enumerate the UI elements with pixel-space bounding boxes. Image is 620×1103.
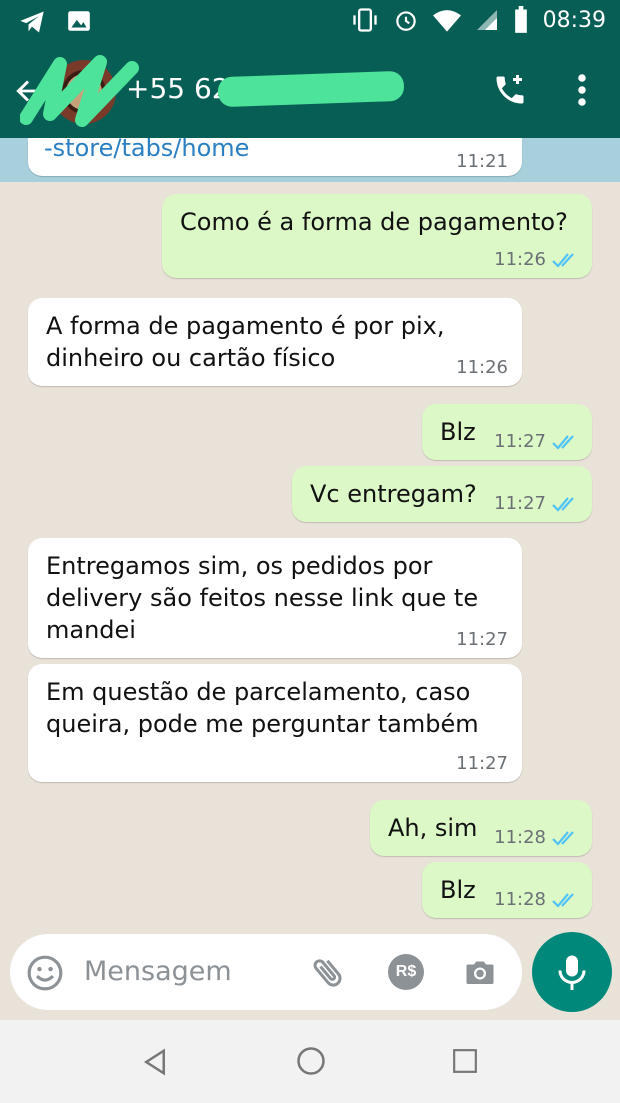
message-text: Blz (440, 876, 476, 904)
contact-name[interactable]: +55 62 (126, 72, 230, 105)
signal-icon (476, 10, 497, 30)
battery-icon (514, 6, 527, 33)
payment-icon[interactable]: R$ (388, 954, 424, 990)
read-ticks-icon (552, 434, 574, 450)
message-meta: 11:28 (494, 827, 578, 848)
message-text: Blz (440, 418, 476, 446)
alarm-icon (395, 11, 416, 31)
system-nav-bar (0, 1020, 620, 1103)
message-list[interactable]: -store/tabs/home 11:21 Como é a forma de… (0, 138, 620, 932)
message-text: Entregamos sim, os pedidos por delivery … (46, 552, 479, 644)
message-time: 11:27 (494, 493, 546, 514)
message-bubble[interactable]: Ah, sim 11:28 (370, 800, 592, 856)
message-time: 11:28 (494, 889, 546, 910)
telegram-icon (20, 11, 44, 33)
message-time: 11:21 (456, 151, 508, 172)
message-time: 11:27 (494, 431, 546, 452)
message-input[interactable]: Mensagem (84, 956, 232, 987)
message-meta: 11:27 (456, 753, 508, 774)
message-time: 11:26 (494, 249, 546, 270)
camera-icon[interactable] (462, 954, 498, 990)
message-meta: 11:27 (494, 431, 578, 452)
read-ticks-icon (552, 830, 574, 846)
message-meta: 11:21 (456, 151, 508, 172)
message-text: A forma de pagamento é por pix, dinheiro… (46, 312, 445, 372)
message-text: Em questão de parcelamento, caso queira,… (46, 678, 479, 738)
read-ticks-icon (552, 252, 574, 268)
mic-button[interactable] (532, 932, 612, 1012)
message-composer[interactable]: Mensagem R$ (10, 934, 522, 1010)
emoji-icon[interactable] (26, 954, 64, 992)
more-vert-icon[interactable] (570, 72, 594, 108)
attach-icon[interactable] (310, 954, 346, 990)
message-meta: 11:26 (456, 357, 508, 378)
nav-back-icon[interactable] (140, 1046, 170, 1078)
message-time: 11:27 (456, 753, 508, 774)
message-meta: 11:28 (494, 889, 578, 910)
message-bubble[interactable]: Entregamos sim, os pedidos por delivery … (28, 538, 522, 658)
read-ticks-icon (552, 892, 574, 908)
gallery-icon (68, 11, 90, 31)
message-bubble[interactable]: Blz 11:27 (422, 404, 592, 460)
message-bubble[interactable]: -store/tabs/home 11:21 (28, 138, 522, 176)
redaction-scribble (20, 55, 139, 127)
message-meta: 11:27 (494, 493, 578, 514)
redaction-mark (217, 70, 405, 108)
chat-header: +55 62 (0, 44, 620, 138)
nav-home-icon[interactable] (296, 1046, 326, 1076)
mic-icon (558, 955, 586, 990)
clock: 08:39 (542, 7, 606, 33)
message-bubble[interactable]: Blz 11:28 (422, 862, 592, 918)
message-meta: 11:27 (456, 629, 508, 650)
vibrate-icon (352, 8, 377, 32)
message-time: 11:27 (456, 629, 508, 650)
read-ticks-icon (552, 496, 574, 512)
nav-recents-icon[interactable] (452, 1048, 478, 1074)
add-call-icon[interactable] (492, 72, 528, 108)
message-link[interactable]: -store/tabs/home (44, 138, 249, 164)
message-bubble[interactable]: A forma de pagamento é por pix, dinheiro… (28, 298, 522, 386)
message-text: Vc entregam? (310, 480, 477, 508)
message-text: Ah, sim (388, 814, 478, 842)
message-time: 11:26 (456, 357, 508, 378)
message-bubble[interactable]: Em questão de parcelamento, caso queira,… (28, 664, 522, 782)
message-text: Como é a forma de pagamento? (180, 208, 568, 236)
message-bubble[interactable]: Vc entregam? 11:27 (292, 466, 592, 522)
message-meta: 11:26 (494, 249, 578, 270)
wifi-icon (432, 10, 461, 32)
status-bar: 08:39 (0, 0, 620, 44)
message-bubble[interactable]: Como é a forma de pagamento? 11:26 (162, 194, 592, 278)
message-time: 11:28 (494, 827, 546, 848)
